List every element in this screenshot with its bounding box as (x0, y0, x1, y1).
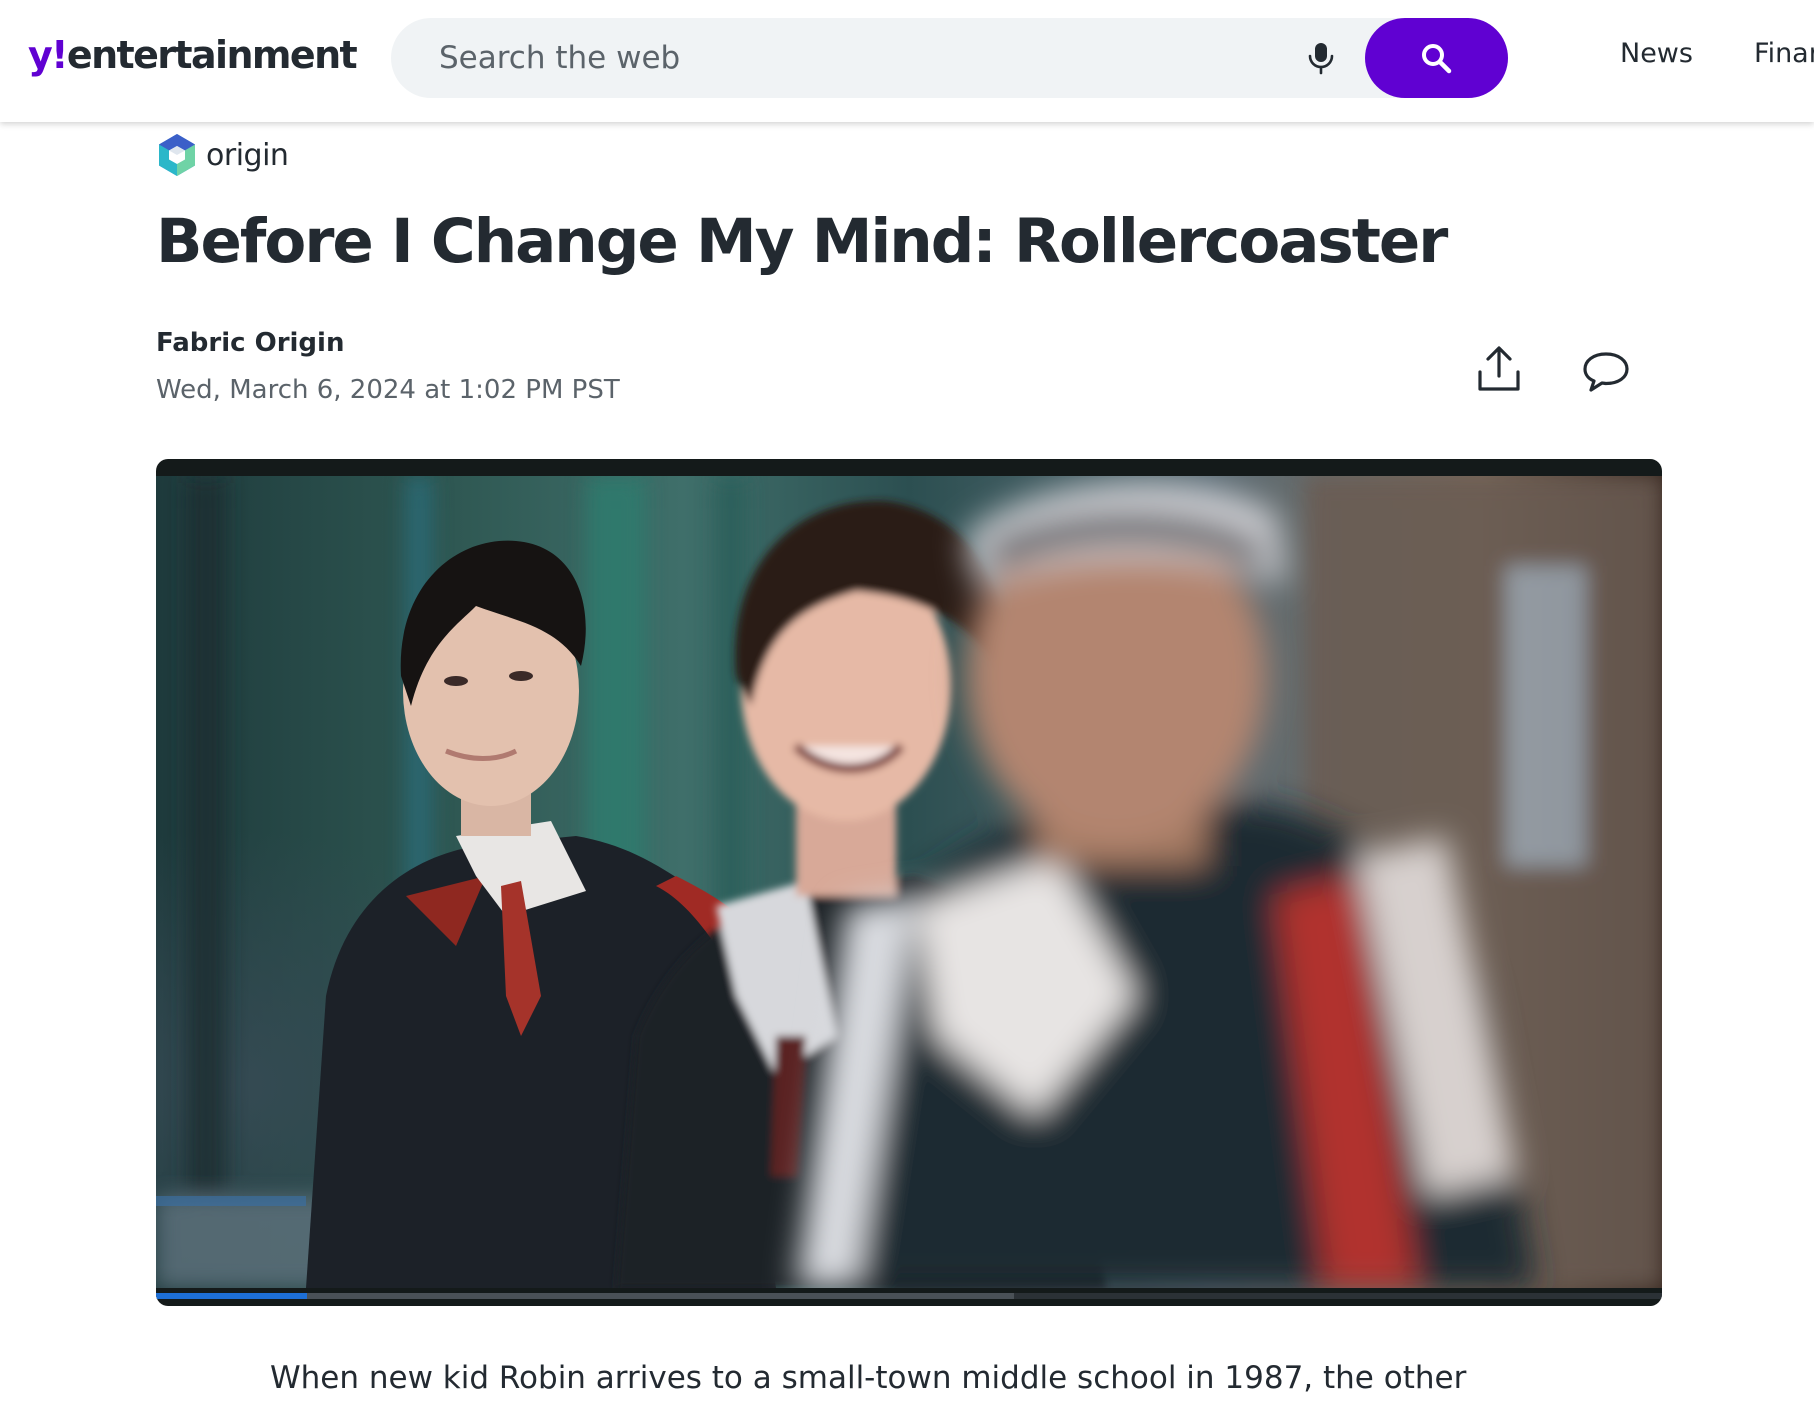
hexagon-cube-icon (159, 134, 195, 176)
logo-mark: y! (28, 33, 69, 77)
microphone-icon[interactable] (1303, 40, 1339, 76)
yahoo-entertainment-logo[interactable]: y!entertainment (28, 32, 358, 78)
nav-link-finance[interactable]: Finar (1754, 38, 1814, 69)
video-player[interactable] (156, 459, 1662, 1306)
comments-button[interactable] (1580, 348, 1632, 394)
speech-bubble-icon (1583, 352, 1629, 392)
article-date: Wed, March 6, 2024 at 1:02 PM PST (156, 375, 620, 405)
nav-link-news[interactable]: News (1620, 38, 1693, 69)
logo-wordmark: entertainment (66, 33, 358, 77)
article-paragraph: When new kid Robin arrives to a small-to… (270, 1360, 1467, 1396)
magnifier-icon (1422, 44, 1452, 74)
search-button[interactable] (1365, 18, 1508, 98)
provider-name: origin (206, 137, 289, 173)
video-frame-image (156, 476, 1662, 1288)
share-button[interactable] (1474, 344, 1524, 394)
video-played-bar (156, 1293, 307, 1299)
video-progress-bar[interactable] (156, 1293, 1662, 1299)
article-title: Before I Change My Mind: Rollercoaster (156, 206, 1448, 277)
top-header: y!entertainment News Finar (0, 0, 1814, 122)
provider-logo[interactable]: origin (156, 130, 289, 180)
share-upload-icon (1478, 346, 1520, 391)
article-author[interactable]: Fabric Origin (156, 328, 344, 358)
search-bar (391, 18, 1508, 98)
search-input[interactable] (439, 18, 1259, 98)
